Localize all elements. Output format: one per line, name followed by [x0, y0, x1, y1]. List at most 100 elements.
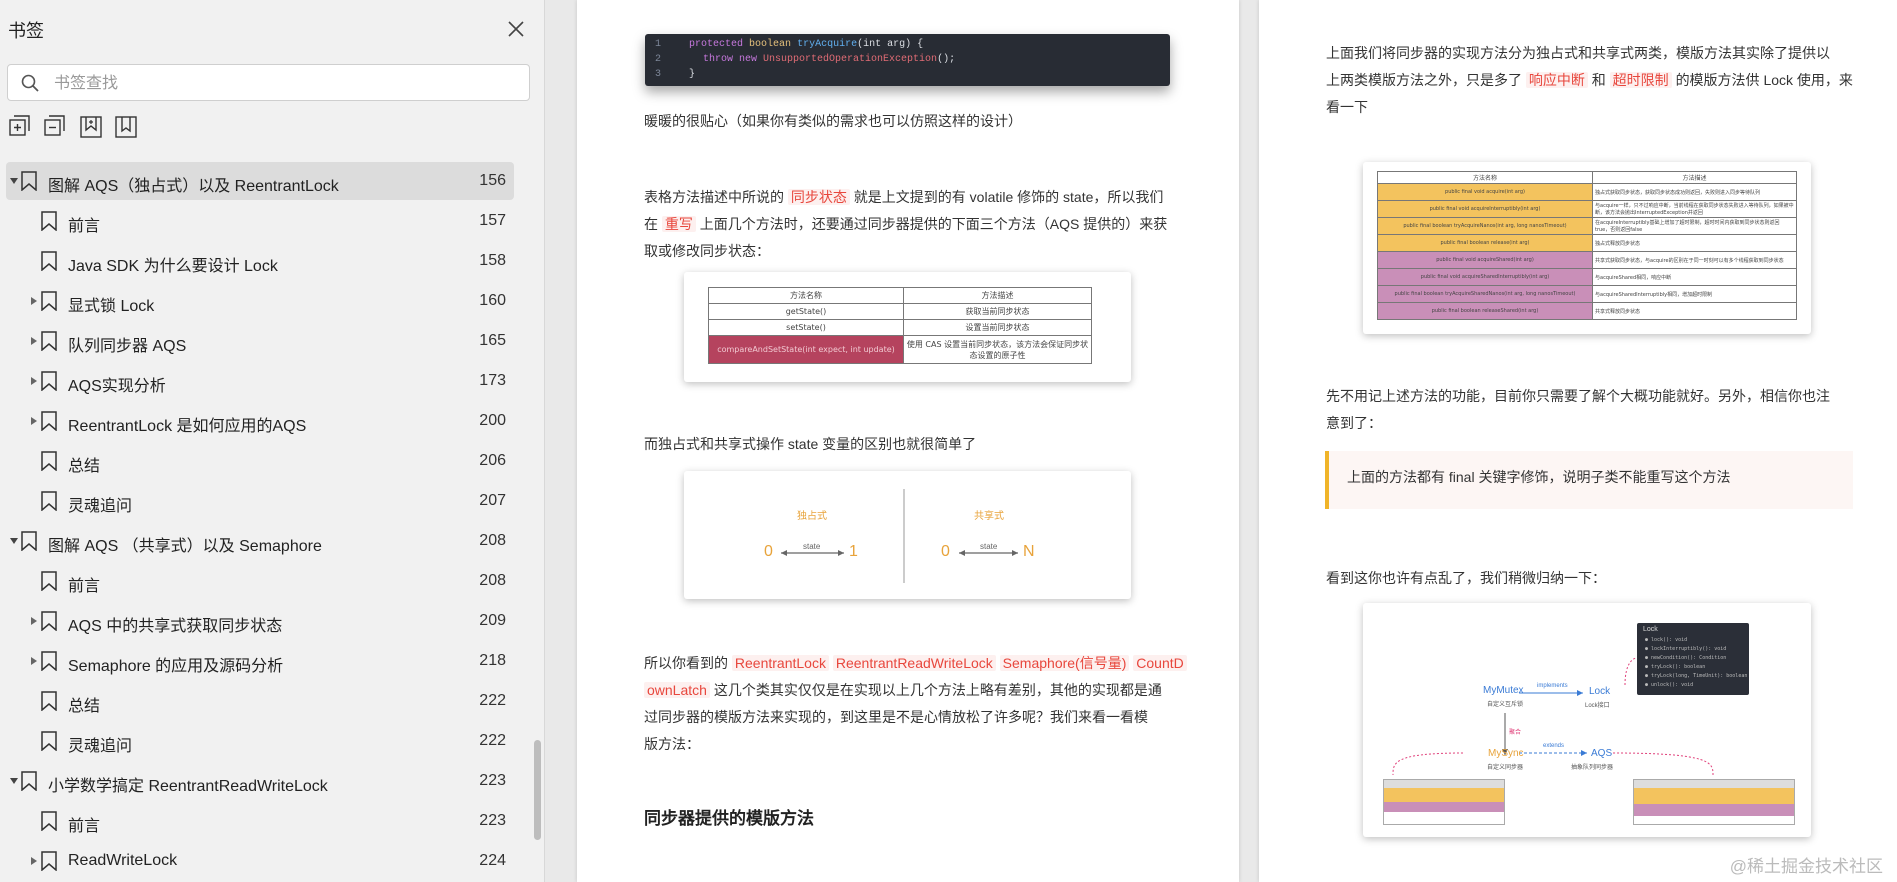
aggregate-label: 聚合 [1509, 730, 1522, 736]
bookmark-page-number: 157 [479, 212, 506, 229]
bookmark-page-number: 158 [479, 252, 506, 269]
bookmark-label: 图解 AQS （共享式）以及 Semaphore [48, 538, 322, 555]
state-from: 0 [941, 543, 950, 560]
mini-table-right [1633, 779, 1795, 825]
bookmark-item[interactable]: 前言 208 [6, 562, 514, 600]
state-from: 0 [764, 543, 773, 560]
caret-down-icon[interactable] [8, 174, 20, 186]
code-line: protected boolean tryAcquire(int arg) { [689, 39, 924, 50]
bookmark-item[interactable]: 图解 AQS（独占式）以及 ReentrantLock 156 [6, 162, 514, 200]
mysync-label: MySync [1488, 748, 1524, 759]
caret-right-icon[interactable] [28, 854, 40, 866]
bookmark-item[interactable]: 队列同步器 AQS 165 [6, 322, 514, 360]
bookmark-icon [40, 251, 58, 272]
bookmark-item[interactable]: Java SDK 为什么要设计 Lock 158 [6, 242, 514, 280]
bookmark-item[interactable]: AQS实现分析 173 [6, 362, 514, 400]
sidebar-scrollbar[interactable] [534, 740, 541, 840]
table-row: public final boolean release(int arg) 独占式… [1377, 234, 1797, 252]
class-relation-diagram: Lock ● lock(): void ● lockInterruptibly()… [1363, 603, 1811, 837]
bookmark-item[interactable]: Semaphore 的应用及源码分析 218 [6, 642, 514, 680]
bookmark-item[interactable]: AQS 中的共享式获取同步状态 209 [6, 602, 514, 640]
bookmark-label: 灵魂追问 [68, 498, 133, 515]
bookmark-item[interactable]: 总结 222 [6, 682, 514, 720]
bookmark-page-number: 165 [479, 332, 506, 349]
bookmark-icon [40, 491, 58, 512]
caret-right-icon[interactable] [28, 294, 40, 306]
bookmark-item[interactable]: 图解 AQS （共享式）以及 Semaphore 208 [6, 522, 514, 560]
bookmark-page-number: 206 [479, 452, 506, 469]
bookmark-item[interactable]: 显式锁 Lock 160 [6, 282, 514, 320]
quote-text: 上面的方法都有 final 关键字修饰，说明子类不能重写这个方法 [1347, 469, 1731, 485]
paragraph: 上面我们将同步器的实现方法分为独占式和共享式两类，模版方法其实除了提供以 上两类… [1326, 45, 1853, 115]
bookmark-page-number: 208 [479, 572, 506, 589]
bookmark-item[interactable]: 前言 157 [6, 202, 514, 240]
search-icon [21, 74, 39, 92]
bookmark-label: 前言 [68, 818, 101, 835]
exclusive-label: 独占式 [797, 511, 827, 522]
bookmark-label: 小学数学搞定 ReentrantReadWriteLock [48, 778, 328, 795]
bookmark-icon [20, 171, 38, 192]
code-block: 1 protected boolean tryAcquire(int arg) … [645, 34, 1170, 86]
bookmark-icon [40, 811, 58, 832]
bookmark-search-box[interactable] [7, 64, 530, 101]
pdf-page-left: 1 protected boolean tryAcquire(int arg) … [577, 0, 1239, 882]
caret-down-icon[interactable] [8, 534, 20, 546]
bookmark-item[interactable]: 总结 206 [6, 442, 514, 480]
table-row: public final void acquireSharedInterrupt… [1377, 268, 1797, 286]
bookmark-item[interactable]: 灵魂追问 207 [6, 482, 514, 520]
mymutex-sub: 自定义互斥锁 [1487, 702, 1524, 708]
table-row: public final boolean tryAcquireNanos(int… [1377, 217, 1797, 235]
expand-all-icon[interactable] [8, 114, 34, 140]
shared-label: 共享式 [974, 511, 1004, 522]
bookmark-icon [40, 611, 58, 632]
caret-right-icon[interactable] [28, 334, 40, 346]
bookmark-item[interactable]: 灵魂追问 222 [6, 722, 514, 760]
sidebar-title: 书签 [8, 21, 44, 41]
arrow-label: state [980, 542, 998, 551]
caret-right-icon[interactable] [28, 654, 40, 666]
bookmark-label: 图解 AQS（独占式）以及 ReentrantLock [48, 178, 339, 195]
bookmark-icon [20, 771, 38, 792]
state-diagram-figure: 独占式 0 state 1 共享式 0 state N [684, 471, 1131, 599]
bookmark-label: Java SDK 为什么要设计 Lock [68, 258, 278, 275]
aqs-label: AQS [1591, 748, 1613, 759]
code-line-number: 2 [655, 54, 662, 65]
bookmark-label: AQS实现分析 [68, 378, 166, 395]
bookmark-item[interactable]: 小学数学搞定 ReentrantReadWriteLock 223 [6, 762, 514, 800]
mymutex-label: MyMutex [1483, 685, 1524, 696]
bookmark-icon [40, 211, 58, 232]
bookmark-item[interactable]: ReadWriteLock 224 [6, 842, 514, 880]
bookmark-item[interactable]: 前言 223 [6, 802, 514, 840]
bookmark-page-number: 209 [479, 612, 506, 629]
bookmark-label: ReadWriteLock [68, 852, 178, 869]
table-row: public final void acquireShared(int arg)… [1377, 251, 1797, 269]
caret-down-icon[interactable] [8, 774, 20, 786]
code-line: throw new UnsupportedOperationException(… [703, 54, 956, 65]
caret-right-icon[interactable] [28, 414, 40, 426]
close-icon[interactable] [505, 18, 527, 40]
bookmark-page-number: 173 [479, 372, 506, 389]
bookmark-icon [40, 411, 58, 432]
caret-right-icon[interactable] [28, 614, 40, 626]
bookmark-icon [40, 291, 58, 312]
collapse-all-icon[interactable] [43, 114, 69, 140]
code-line: } [689, 69, 696, 80]
caret-right-icon[interactable] [28, 374, 40, 386]
bookmark-search-input[interactable] [52, 71, 516, 97]
add-bookmark-icon[interactable] [78, 114, 104, 140]
bookmark-label: ReentrantLock 是如何应用的AQS [68, 418, 307, 435]
section-heading: 同步器提供的模版方法 [644, 809, 814, 828]
bookmark-item[interactable]: ReentrantLock 是如何应用的AQS 200 [6, 402, 514, 440]
arrow-label: state [803, 542, 821, 551]
state-to: N [1023, 543, 1035, 560]
bookmark-sidebar: 书签 图解 AQS（独占式）以及 ReentrantLock 156 前言 157 Ja… [0, 0, 545, 882]
bookmark-page-number: 208 [479, 532, 506, 549]
table-row: public final void acquireInterruptibly(i… [1377, 200, 1797, 218]
bookmark-icon [40, 731, 58, 752]
paragraph: 看到这你也许有点乱了，我们稍微归纳一下： [1326, 570, 1606, 586]
paragraph: 所以你看到的 ReentrantLock ReentrantReadWriteL… [644, 650, 1189, 758]
bookmark-icon[interactable] [113, 114, 139, 140]
table-row: public final boolean tryAcquireSharedNan… [1377, 285, 1797, 303]
paragraph: 而独占式和共享式操作 state 变量的区别也就很简单了 [644, 436, 977, 452]
paragraph: 表格方法描述中所说的 同步状态 就是上文提到的有 volatile 修饰的 st… [644, 189, 1168, 259]
